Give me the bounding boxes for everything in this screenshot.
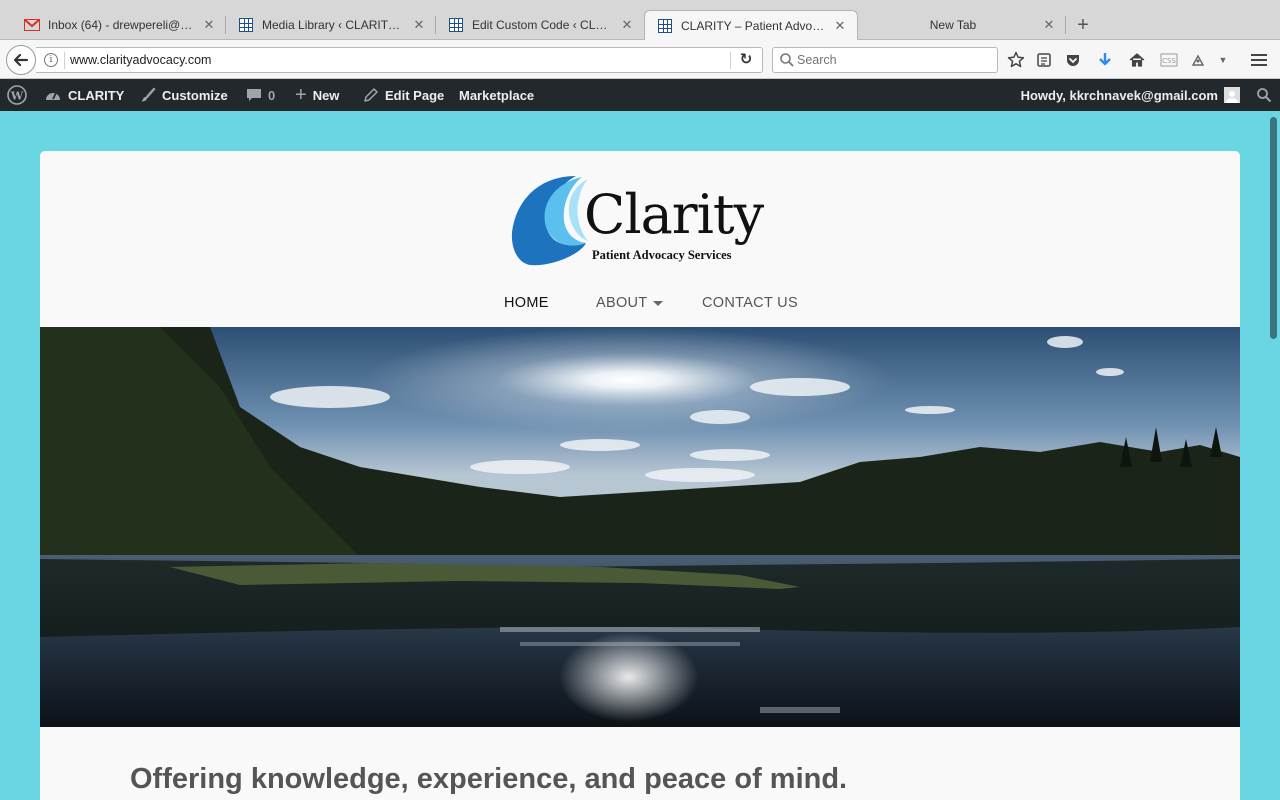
- downloads-icon[interactable]: [1095, 50, 1115, 70]
- comments-link[interactable]: 0: [246, 79, 275, 111]
- page-headline: Offering knowledge, experience, and peac…: [130, 763, 848, 795]
- dashboard-gauge-icon: [44, 87, 62, 103]
- main-navigation: HOME ABOUT CONTACT US: [40, 295, 1240, 319]
- extension-icon[interactable]: [1188, 50, 1208, 70]
- tab-clarity-active[interactable]: CLARITY – Patient Advocac... ✕: [644, 10, 858, 41]
- wordpress-logo-icon[interactable]: W: [7, 79, 27, 111]
- back-button[interactable]: [6, 45, 36, 75]
- pencil-icon: [363, 87, 379, 103]
- comment-bubble-icon: [246, 87, 262, 103]
- avatar: [1224, 87, 1240, 103]
- wordpress-grid-icon: [448, 17, 464, 33]
- plus-icon: +: [295, 83, 307, 106]
- tab-label: Edit Custom Code ‹ CLARI...: [472, 18, 614, 32]
- paintbrush-icon: [140, 87, 156, 103]
- customize-label: Customize: [162, 87, 228, 103]
- reading-list-icon[interactable]: [1034, 50, 1054, 70]
- wordpress-grid-icon: [657, 18, 673, 34]
- tab-close-icon[interactable]: ✕: [1042, 17, 1056, 33]
- admin-site-name-label: CLARITY: [68, 87, 125, 103]
- site-container: Clarity Patient Advocacy Services HOME A…: [40, 151, 1240, 800]
- hero-image-lake-sunset: [40, 327, 1240, 727]
- comments-count: 0: [268, 87, 276, 103]
- tab-close-icon[interactable]: ✕: [620, 17, 634, 33]
- howdy-label: Howdy, kkrchnavek@gmail.com: [1020, 87, 1218, 103]
- marketplace-link[interactable]: Marketplace: [459, 79, 534, 111]
- new-label: New: [312, 87, 340, 103]
- clarity-wave-logo-icon: [511, 176, 588, 266]
- edit-page-link[interactable]: Edit Page: [363, 79, 444, 111]
- tab-label: Inbox (64) - drewpereli@g...: [48, 18, 196, 32]
- tab-close-icon[interactable]: ✕: [202, 17, 216, 33]
- nav-item-about[interactable]: ABOUT: [596, 295, 664, 311]
- search-input[interactable]: [797, 51, 987, 69]
- hamburger-menu-icon[interactable]: [1249, 50, 1269, 70]
- new-tab-plus-icon[interactable]: +: [1072, 14, 1094, 36]
- svg-text:W: W: [10, 90, 24, 103]
- chevron-down-icon: [653, 300, 664, 306]
- gmail-icon: [24, 17, 40, 33]
- back-arrow-icon: [13, 53, 29, 67]
- customize-link[interactable]: Customize: [140, 79, 228, 111]
- site-info-icon[interactable]: i: [44, 53, 58, 67]
- css-extension-icon[interactable]: CSS: [1159, 50, 1179, 70]
- url-divider: [64, 52, 65, 69]
- tab-gmail-inbox[interactable]: Inbox (64) - drewpereli@g... ✕: [12, 10, 226, 40]
- logo-wordmark: Clarity: [584, 183, 764, 246]
- tab-close-icon[interactable]: ✕: [833, 18, 847, 34]
- tab-label: Media Library ‹ CLARITY —...: [262, 18, 406, 32]
- marketplace-label: Marketplace: [459, 87, 535, 103]
- tab-close-icon[interactable]: ✕: [412, 17, 426, 33]
- page-scrollbar[interactable]: [1266, 111, 1280, 800]
- search-bar[interactable]: [772, 47, 998, 73]
- admin-site-name[interactable]: CLARITY: [44, 79, 124, 111]
- pocket-icon[interactable]: [1063, 50, 1083, 70]
- url-bar[interactable]: i www.clarityadvocacy.com ↻: [36, 47, 763, 73]
- tab-edit-custom-code[interactable]: Edit Custom Code ‹ CLARI... ✕: [436, 10, 644, 40]
- browser-toolbar: i www.clarityadvocacy.com ↻ CSS ▼: [0, 40, 1280, 79]
- logo-tagline: Patient Advocacy Services: [592, 248, 732, 262]
- nav-item-contact[interactable]: CONTACT US: [702, 295, 798, 311]
- browser-tab-strip: Inbox (64) - drewpereli@g... ✕ Media Lib…: [0, 0, 1280, 41]
- admin-search-icon[interactable]: [1256, 79, 1272, 111]
- tab-label: CLARITY – Patient Advocac...: [681, 19, 827, 33]
- tab-new-tab[interactable]: New Tab ✕: [858, 10, 1066, 40]
- bookmark-star-icon[interactable]: [1006, 50, 1026, 70]
- svg-text:CSS: CSS: [1162, 57, 1176, 65]
- search-icon: [780, 53, 794, 67]
- nav-item-home[interactable]: HOME: [504, 295, 549, 311]
- extension-dropdown-icon[interactable]: ▼: [1213, 50, 1233, 70]
- site-logo[interactable]: Clarity Patient Advocacy Services: [510, 171, 772, 271]
- home-icon[interactable]: [1127, 50, 1147, 70]
- nav-item-about-label: ABOUT: [596, 295, 648, 311]
- url-divider: [730, 52, 731, 69]
- reload-icon[interactable]: ↻: [736, 50, 756, 70]
- tab-label: New Tab: [929, 18, 977, 32]
- wordpress-grid-icon: [238, 17, 254, 33]
- edit-page-label: Edit Page: [385, 87, 445, 103]
- new-content-link[interactable]: + New: [295, 79, 339, 111]
- wp-admin-bar: W CLARITY Customize 0 + New Edit Page Ma…: [0, 79, 1280, 111]
- account-menu[interactable]: Howdy, kkrchnavek@gmail.com: [1021, 79, 1240, 111]
- scrollbar-thumb[interactable]: [1270, 117, 1277, 339]
- tab-media-library[interactable]: Media Library ‹ CLARITY —... ✕: [226, 10, 436, 40]
- url-text[interactable]: www.clarityadvocacy.com: [70, 53, 211, 67]
